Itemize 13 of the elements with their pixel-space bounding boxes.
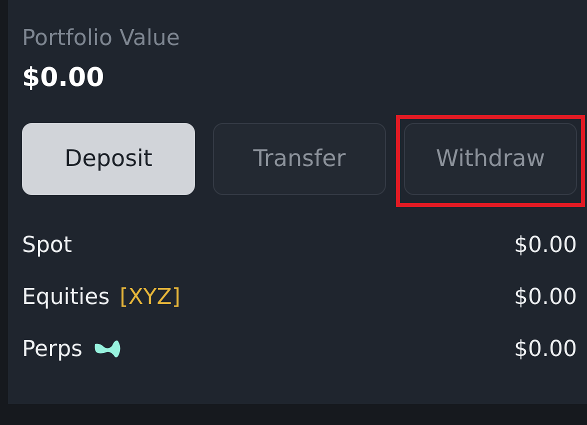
action-button[interactable]: Transfer bbox=[213, 123, 386, 195]
balance-value: $0.00 bbox=[514, 232, 577, 258]
tag-label: [XYZ] bbox=[120, 284, 180, 310]
deposit-button[interactable]: Deposit bbox=[22, 123, 195, 195]
balance-value: $0.00 bbox=[514, 336, 577, 362]
action-button[interactable]: Withdraw bbox=[404, 123, 577, 195]
bow-tie-icon bbox=[92, 338, 122, 360]
balance-label: Equities bbox=[22, 284, 110, 310]
balance-label: Perps bbox=[22, 336, 82, 362]
portfolio-title: Portfolio Value bbox=[22, 26, 181, 51]
balance-label: Spot bbox=[22, 232, 72, 258]
portfolio-total: $0.00 bbox=[22, 63, 106, 93]
balance-value: $0.00 bbox=[514, 284, 577, 310]
